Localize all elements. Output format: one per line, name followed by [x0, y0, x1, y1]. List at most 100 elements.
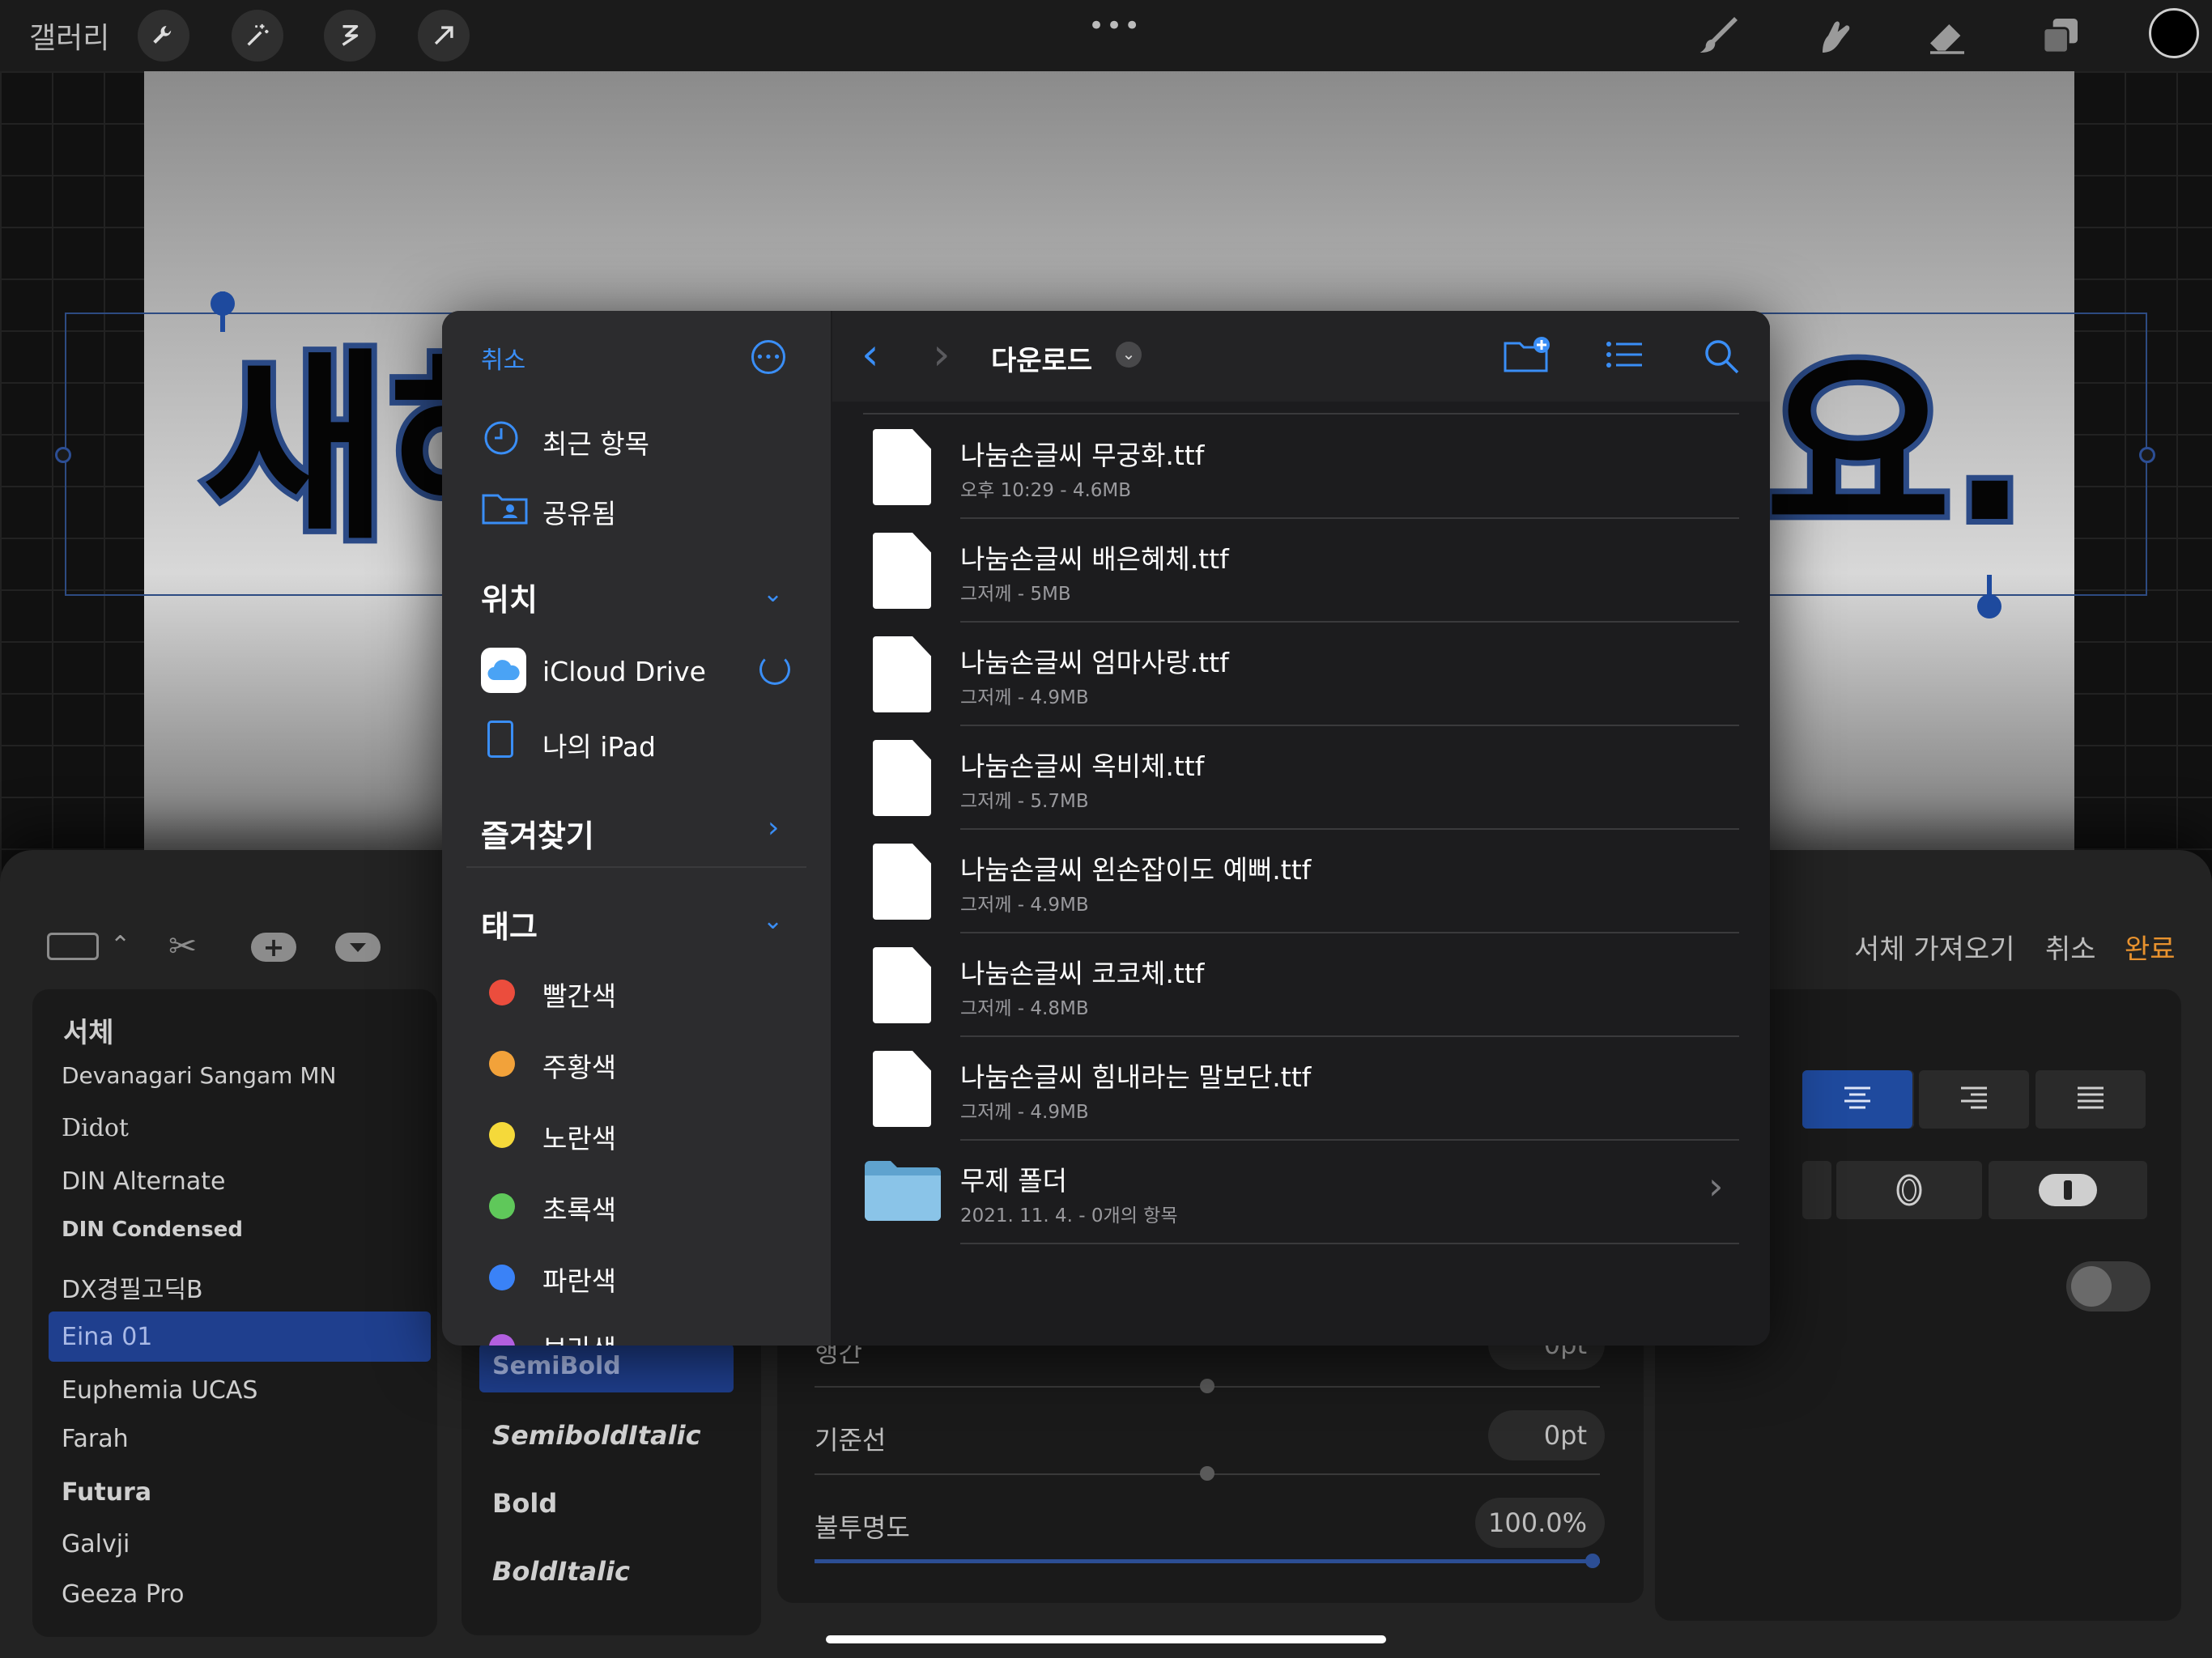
shared-folder-icon — [481, 489, 530, 526]
rotate-handle-top[interactable] — [211, 291, 235, 316]
eraser-icon[interactable] — [1921, 11, 1974, 60]
picker-content: ‹ › 다운로드 ⌄ 나눔손글씨 무궁화.ttf 오후 10:29 - 4.6M… — [832, 311, 1770, 1346]
baseline-value[interactable]: 0pt — [1488, 1410, 1605, 1460]
font-item[interactable]: Galvji — [62, 1530, 130, 1558]
opacity-slider[interactable] — [815, 1559, 1600, 1563]
selection-icon[interactable] — [324, 10, 376, 62]
row-divider — [960, 1035, 1739, 1037]
sidebar-item-shared[interactable]: 공유됨 — [542, 492, 616, 531]
rotate-handle-bottom[interactable] — [1977, 594, 2001, 619]
align-justify-button[interactable] — [2035, 1070, 2146, 1129]
smudge-icon[interactable] — [1807, 11, 1861, 60]
align-center-button-active[interactable] — [1802, 1070, 1912, 1129]
file-row[interactable]: 나눔손글씨 배은혜체.ttf 그저께 - 5MB — [832, 520, 1770, 623]
font-item[interactable]: DIN Condensed — [62, 1218, 243, 1242]
style-item[interactable]: SemiboldItalic — [492, 1420, 701, 1451]
tag-item-purple[interactable]: 보라색 — [542, 1328, 616, 1346]
new-folder-icon[interactable] — [1503, 335, 1551, 377]
panel-cancel-button[interactable]: 취소 — [2045, 927, 2096, 967]
gallery-button[interactable]: 갤러리 — [29, 15, 109, 57]
row-divider — [960, 828, 1739, 830]
style-item[interactable]: BoldItalic — [492, 1556, 630, 1587]
row-divider — [960, 932, 1739, 933]
fill-text-button[interactable] — [1989, 1161, 2147, 1219]
outline-button[interactable] — [1836, 1161, 1982, 1219]
file-row[interactable]: 나눔손글씨 힘내라는 말보단.ttf 그저께 - 4.9MB — [832, 1038, 1770, 1141]
sidebar-item-recent[interactable]: 최근 항목 — [542, 423, 649, 461]
back-chevron-icon[interactable]: ‹ — [861, 329, 879, 380]
color-picker-button[interactable] — [2149, 8, 2199, 58]
tag-item-orange[interactable]: 주황색 — [542, 1046, 616, 1085]
scissors-icon[interactable]: ✂ — [168, 926, 197, 966]
opacity-knob[interactable] — [1585, 1554, 1600, 1568]
tag-item-red[interactable]: 빨간색 — [542, 975, 616, 1014]
file-meta: 오후 10:29 - 4.6MB — [960, 480, 1132, 501]
opacity-slider-fill — [815, 1559, 1600, 1563]
keyboard-icon[interactable] — [47, 933, 99, 960]
font-item[interactable]: DX경필고딕B — [62, 1269, 203, 1305]
brush-icon[interactable] — [1692, 11, 1746, 60]
font-item-selected[interactable]: Eina 01 — [62, 1323, 152, 1351]
list-view-icon[interactable] — [1605, 338, 1644, 374]
file-meta: 그저께 - 5MB — [960, 584, 1071, 605]
file-name: 나눔손글씨 코코체.ttf — [960, 958, 1205, 989]
dropdown-icon[interactable] — [335, 933, 381, 962]
font-item[interactable]: Didot — [62, 1114, 129, 1142]
tag-item-yellow[interactable]: 노란색 — [542, 1117, 616, 1156]
font-item[interactable]: Euphemia UCAS — [62, 1376, 257, 1405]
style-item-selected[interactable]: SemiBold — [492, 1352, 621, 1380]
chevron-up-icon[interactable]: ⌃ — [110, 931, 130, 959]
wrench-icon[interactable] — [138, 10, 189, 62]
folder-row[interactable]: 무제 폴더 2021. 11. 4. - 0개의 항목 › — [832, 1141, 1770, 1244]
transform-arrow-icon[interactable] — [418, 10, 470, 62]
sidebar-item-icloud[interactable]: iCloud Drive — [542, 656, 706, 687]
tag-item-green[interactable]: 초록색 — [542, 1188, 616, 1227]
opacity-value[interactable]: 100.0% — [1475, 1498, 1605, 1548]
align-right-button[interactable] — [1919, 1070, 2029, 1129]
favorites-header[interactable]: 즐겨찾기 — [481, 811, 594, 856]
chevron-right-icon[interactable]: › — [768, 811, 779, 844]
tags-header[interactable]: 태그 — [481, 902, 538, 946]
import-font-button[interactable]: 서체 가져오기 — [1854, 927, 2015, 967]
locations-header[interactable]: 위치 — [481, 575, 538, 619]
file-row[interactable]: 나눔손글씨 엄마사랑.ttf 그저께 - 4.9MB — [832, 623, 1770, 726]
font-item[interactable]: Devanagari Sangam MN — [62, 1062, 336, 1089]
paste-icon[interactable]: + — [251, 933, 296, 962]
more-options-icon[interactable]: ••• — [1088, 10, 1142, 42]
file-row[interactable]: 나눔손글씨 무궁화.ttf 오후 10:29 - 4.6MB — [832, 416, 1770, 519]
folder-title[interactable]: 다운로드 — [991, 338, 1092, 378]
baseline-knob[interactable] — [1200, 1466, 1214, 1481]
opacity-label: 불투명도 — [815, 1512, 910, 1543]
magic-wand-icon[interactable] — [232, 10, 283, 62]
tag-item-blue[interactable]: 파란색 — [542, 1260, 616, 1299]
style-item[interactable]: Bold — [492, 1488, 557, 1519]
font-item[interactable]: Farah — [62, 1425, 129, 1453]
line-spacing-knob[interactable] — [1200, 1379, 1214, 1393]
file-row[interactable]: 나눔손글씨 코코체.ttf 그저께 - 4.8MB — [832, 934, 1770, 1037]
font-item[interactable]: Futura — [62, 1478, 151, 1507]
search-icon[interactable] — [1702, 337, 1741, 379]
loading-spinner-icon — [759, 654, 790, 685]
document-icon — [873, 740, 931, 816]
file-picker-dialog: 취소 ••• 최근 항목 공유됨 위치 ⌄ iCloud Drive 나의 iP… — [442, 311, 1770, 1346]
ellipsis-circle-icon[interactable]: ••• — [751, 340, 785, 374]
font-item[interactable]: DIN Alternate — [62, 1167, 225, 1196]
layers-icon[interactable] — [2034, 11, 2087, 60]
done-button[interactable]: 완료 — [2125, 927, 2176, 967]
home-indicator[interactable] — [826, 1635, 1386, 1643]
document-icon — [873, 636, 931, 712]
resize-handle-right[interactable] — [2139, 447, 2155, 463]
document-icon — [873, 429, 931, 505]
chevron-down-icon[interactable]: ⌄ — [763, 580, 783, 608]
file-row[interactable]: 나눔손글씨 왼손잡이도 예뻐.ttf 그저께 - 4.9MB — [832, 831, 1770, 933]
file-row[interactable]: 나눔손글씨 옥비체.ttf 그저께 - 5.7MB — [832, 727, 1770, 830]
chevron-down-icon[interactable]: ⌄ — [763, 907, 783, 935]
picker-cancel-button[interactable]: 취소 — [481, 340, 525, 376]
font-item[interactable]: Geeza Pro — [62, 1580, 184, 1609]
forward-chevron-icon[interactable]: › — [933, 329, 951, 380]
sidebar-item-ipad[interactable]: 나의 iPad — [542, 725, 656, 764]
title-dropdown-icon[interactable]: ⌄ — [1116, 342, 1142, 368]
toggle-switch[interactable] — [2066, 1261, 2150, 1312]
folder-icon — [863, 1156, 942, 1222]
resize-handle-left[interactable] — [55, 447, 71, 463]
